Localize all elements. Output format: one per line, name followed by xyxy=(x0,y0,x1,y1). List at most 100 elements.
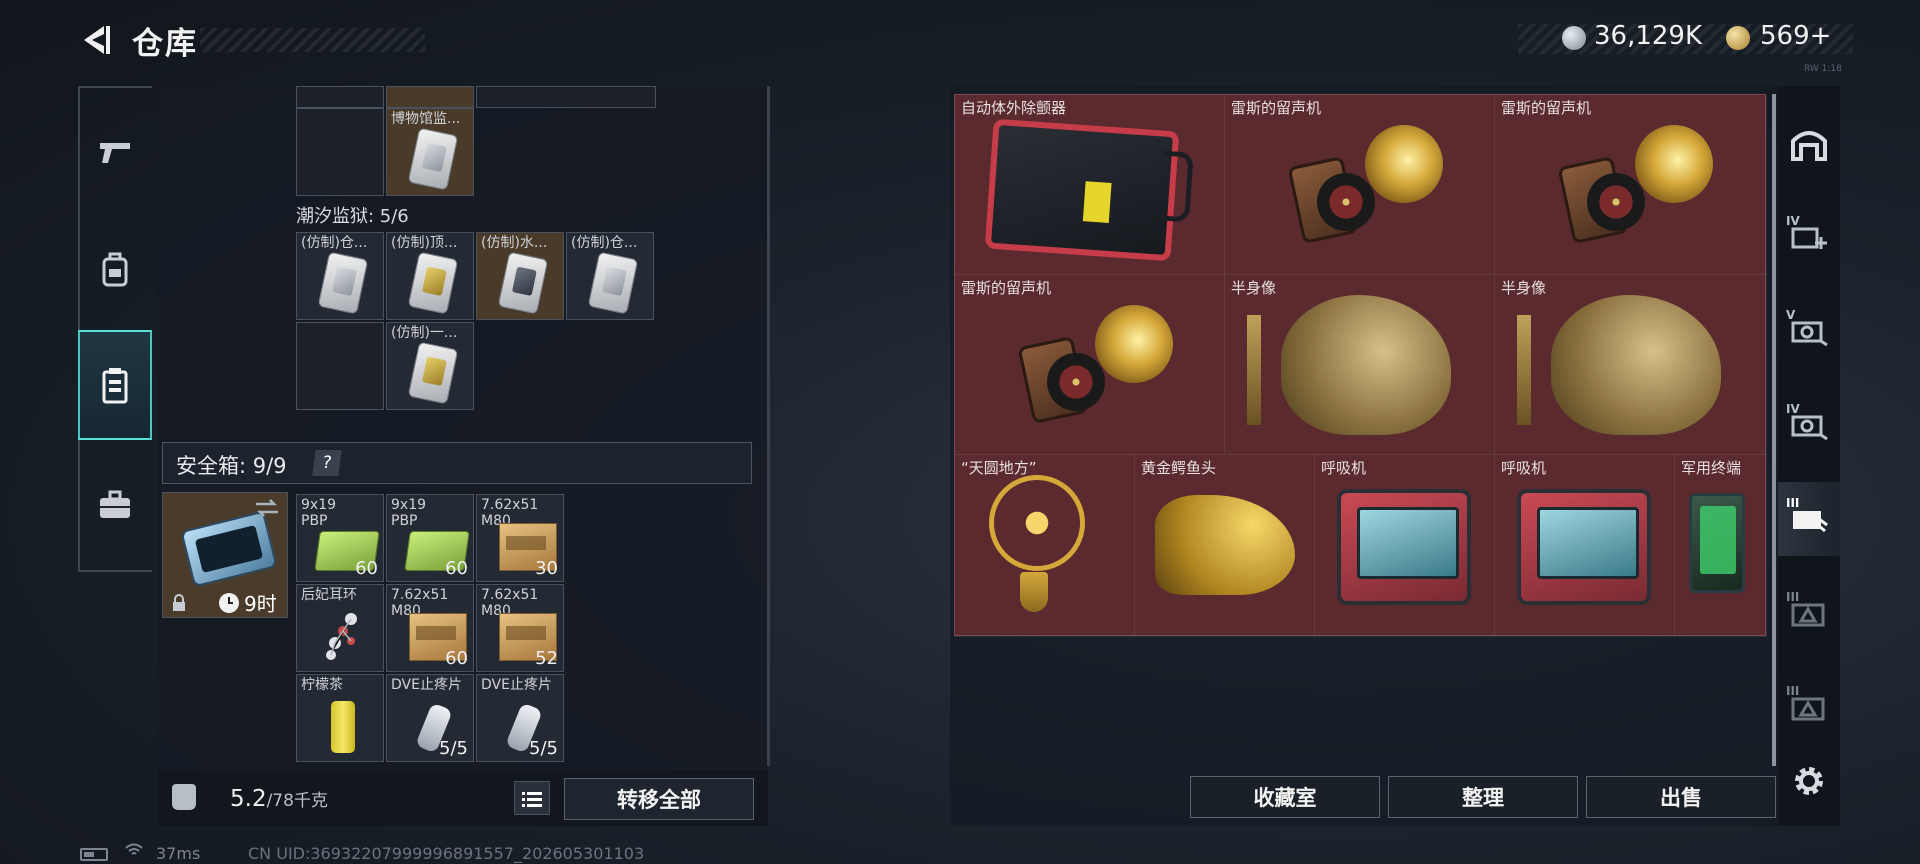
tier-label: V xyxy=(1786,308,1796,322)
right-tab-4[interactable]: III xyxy=(1778,482,1840,556)
list-icon xyxy=(522,792,542,807)
collection-slot[interactable]: 军用终端 xyxy=(1675,455,1767,637)
keycard-icon xyxy=(407,127,459,191)
tab-gear[interactable] xyxy=(78,214,152,324)
tab-case[interactable] xyxy=(78,450,152,560)
prison-item[interactable]: (仿制)仓... xyxy=(566,232,654,320)
military-terminal-icon xyxy=(1689,493,1745,593)
item-label: 后妃耳环 xyxy=(301,587,357,603)
collection-slot[interactable]: 自动体外除颤器 xyxy=(955,95,1225,275)
item-count: 52 xyxy=(535,648,558,669)
collection-room-button[interactable]: 收藏室 xyxy=(1190,776,1380,818)
right-tab-3[interactable]: IV xyxy=(1778,388,1840,462)
item-count: 60 xyxy=(445,648,468,669)
collection-slot[interactable]: 呼吸机 xyxy=(1495,455,1675,637)
collection-slot[interactable]: 雷斯的留声机 xyxy=(955,275,1225,455)
safe-item[interactable]: 9x19 PBP 60 xyxy=(296,494,384,582)
safe-item[interactable]: DVE止疼片 5/5 xyxy=(386,674,474,762)
right-tab-1[interactable]: IV xyxy=(1778,200,1840,274)
item-label: 雷斯的留声机 xyxy=(1231,99,1322,117)
item-count: 5/5 xyxy=(439,738,468,759)
prison-item[interactable]: (仿制)水... xyxy=(476,232,564,320)
item-label: DVE止疼片 xyxy=(391,677,462,693)
safe-item[interactable]: 7.62x51 M80 52 xyxy=(476,584,564,672)
item-label: 黄金鳄鱼头 xyxy=(1141,459,1217,477)
tier-label: IV xyxy=(1786,402,1800,416)
tab-weapons[interactable] xyxy=(78,98,152,208)
tab-storage[interactable] xyxy=(78,330,152,440)
right-tab-6[interactable]: III xyxy=(1778,670,1840,744)
grid-slot[interactable] xyxy=(476,86,656,108)
collection-slot[interactable]: 雷斯的留声机 xyxy=(1225,95,1495,275)
item-label: 半身像 xyxy=(1231,279,1277,297)
item-label: 博物馆监... xyxy=(391,111,461,127)
safe-item[interactable]: 9x19 PBP 60 xyxy=(386,494,474,582)
organize-button[interactable]: 整理 xyxy=(1388,776,1578,818)
safe-item[interactable]: DVE止疼片 5/5 xyxy=(476,674,564,762)
item-label: 9x19 PBP xyxy=(301,497,337,529)
safe-item[interactable]: 柠檬茶 xyxy=(296,674,384,762)
back-arrow-icon[interactable] xyxy=(78,22,114,58)
safe-item[interactable]: 后妃耳环 xyxy=(296,584,384,672)
keycard-icon xyxy=(317,251,369,315)
grid-slot[interactable] xyxy=(386,86,474,108)
transfer-all-button[interactable]: 转移全部 xyxy=(564,778,754,820)
item-label: 9x19 PBP xyxy=(391,497,427,529)
safe-item[interactable]: 7.62x51 M80 30 xyxy=(476,494,564,582)
swap-icon[interactable] xyxy=(254,498,280,518)
safe-timer: 9时 xyxy=(244,592,277,616)
defibrillator-icon xyxy=(984,118,1180,262)
right-tab-0[interactable] xyxy=(1778,106,1840,180)
wifi-icon xyxy=(125,843,143,855)
item-label: DVE止疼片 xyxy=(481,677,552,693)
ping-readout: 37ms xyxy=(156,844,201,863)
collection-grid: 自动体外除颤器 雷斯的留声机 雷斯的留声机 雷斯的留声机 半身像 半身像 “天圆… xyxy=(954,94,1767,637)
item-label: 柠檬茶 xyxy=(301,677,343,693)
help-button[interactable]: ? xyxy=(312,450,342,476)
item-label: “天圆地方” xyxy=(961,459,1037,477)
title-decoration xyxy=(200,28,425,52)
collection-slot[interactable]: 半身像 xyxy=(1495,275,1767,455)
weight-current: 5.2 xyxy=(230,786,267,812)
item-label: 雷斯的留声机 xyxy=(1501,99,1592,117)
collection-slot[interactable]: “天圆地方” xyxy=(955,455,1135,637)
sell-button[interactable]: 出售 xyxy=(1586,776,1776,818)
collection-slot[interactable]: 呼吸机 xyxy=(1315,455,1495,637)
tier-label: III xyxy=(1786,684,1800,698)
home-arch-icon xyxy=(1791,131,1827,161)
grid-slot[interactable] xyxy=(296,86,384,108)
armillary-sphere-icon xyxy=(989,475,1085,612)
bust-plinth-icon xyxy=(1517,315,1531,425)
bust-plinth-icon xyxy=(1247,315,1261,425)
weight-readout: 5.2/78千克 xyxy=(230,786,328,812)
weight-max: /78千克 xyxy=(266,791,328,811)
collection-slot[interactable]: 半身像 xyxy=(1225,275,1495,455)
corner-tag: RW 1:18 xyxy=(1804,64,1842,74)
right-tab-5[interactable]: III xyxy=(1778,576,1840,650)
right-tab-2[interactable]: V xyxy=(1778,294,1840,368)
scrollbar[interactable] xyxy=(1772,94,1776,766)
keycard-icon xyxy=(587,251,639,315)
safe-label: 安全箱: 9/9 xyxy=(176,454,287,478)
collection-slot[interactable]: 雷斯的留声机 xyxy=(1495,95,1767,275)
safe-item[interactable]: 7.62x51 M80 60 xyxy=(386,584,474,672)
briefcase-icon xyxy=(100,490,130,518)
drink-can-icon xyxy=(331,701,355,753)
ventilator-icon xyxy=(1337,489,1471,605)
locker-icon xyxy=(102,368,128,404)
collection-slot[interactable]: 黄金鳄鱼头 xyxy=(1135,455,1315,637)
museum-card-slot[interactable]: 博物馆监... xyxy=(386,108,474,196)
prison-item[interactable]: (仿制)顶... xyxy=(386,232,474,320)
bust-icon xyxy=(1281,295,1451,435)
premium-amount[interactable]: 569+ xyxy=(1760,21,1831,51)
prison-item[interactable]: (仿制)一... xyxy=(386,322,474,410)
prison-item[interactable]: (仿制)仓... xyxy=(296,232,384,320)
item-label: (仿制)仓... xyxy=(571,235,638,251)
gold-coin-icon[interactable] xyxy=(1726,26,1750,50)
clock-icon xyxy=(219,593,239,613)
prison-section-label: 潮汐监狱: 5/6 xyxy=(296,206,409,227)
gear-icon[interactable] xyxy=(1792,764,1826,798)
list-view-button[interactable] xyxy=(514,781,550,815)
user-uid: CN UID:36932207999996891557_202605301103 xyxy=(248,844,645,863)
item-label: 雷斯的留声机 xyxy=(961,279,1052,297)
